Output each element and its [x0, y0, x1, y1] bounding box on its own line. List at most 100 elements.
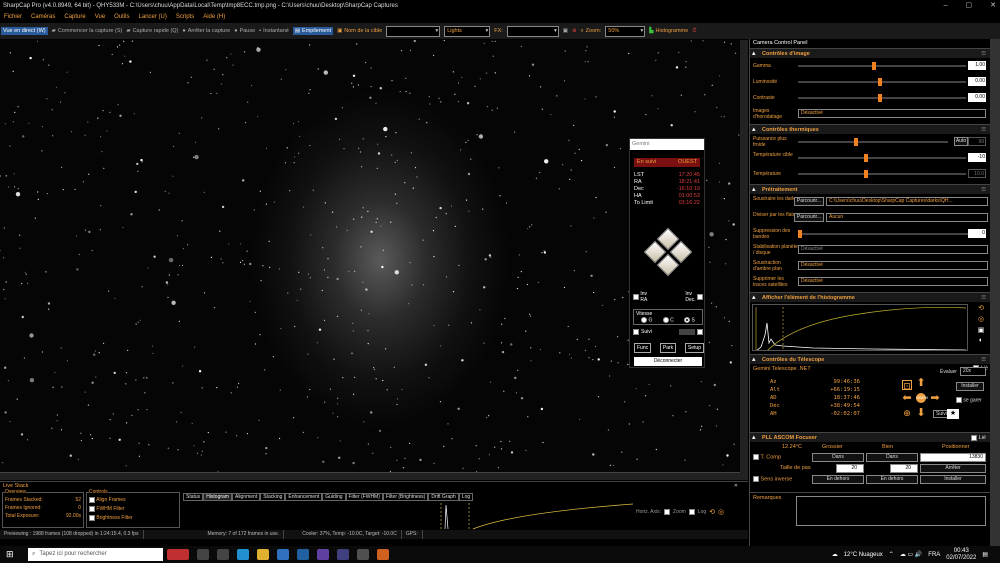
tab-guiding[interactable]: Guiding — [322, 493, 346, 501]
banding-slider[interactable] — [798, 230, 968, 238]
timestamp-select[interactable]: Désactivé — [798, 109, 986, 118]
live-histogram-plot[interactable] — [183, 501, 633, 530]
weather-text[interactable]: 12°C Nuageux — [844, 552, 883, 558]
tcomp-checkbox[interactable] — [753, 454, 759, 460]
preset-select[interactable]: Lights — [444, 25, 491, 37]
rate-select[interactable]: 20x — [960, 367, 986, 376]
gamma-slider-knob[interactable] — [872, 62, 876, 70]
histo-contrast-icon[interactable]: ◐ — [979, 337, 983, 344]
target-icon[interactable]: ⊕ — [902, 408, 912, 418]
histogram-plot[interactable] — [752, 304, 968, 351]
banding-knob[interactable] — [798, 230, 802, 238]
speed-g-radio[interactable] — [641, 317, 648, 323]
zoom-checkbox[interactable] — [664, 509, 671, 515]
sync-icon[interactable]: ⊡ — [902, 380, 912, 391]
flat-browse-button[interactable]: Parcourir... — [794, 213, 824, 222]
gamma-slider[interactable] — [798, 62, 966, 70]
tab-filter-brightness[interactable]: Filter (Brightness) — [382, 493, 429, 501]
fx-select[interactable] — [506, 25, 559, 37]
live-histo-reset-icon[interactable]: ⟲ — [709, 508, 715, 516]
tab-log[interactable]: Log — [458, 493, 474, 501]
nsew-button[interactable]: NSEW — [916, 393, 928, 403]
reverse-checkbox[interactable] — [753, 476, 759, 482]
tab-stacking[interactable]: Stacking — [260, 493, 286, 501]
park-button[interactable]: Park — [659, 343, 677, 353]
speed-s-radio[interactable] — [684, 317, 691, 323]
sharpcap-icon[interactable] — [377, 549, 389, 560]
suivi-checkbox[interactable] — [633, 329, 639, 335]
flat-path-field[interactable]: Aucun — [826, 213, 988, 222]
align-frames-checkbox[interactable] — [89, 496, 95, 503]
minimize-icon[interactable]: – — [944, 0, 948, 12]
focuser-header[interactable]: PLL ASCOM Focuser Lié — [750, 432, 990, 443]
disconnect-button[interactable]: Déconnecter — [634, 357, 702, 366]
arrow-north-button[interactable]: ⬆ — [916, 378, 926, 389]
arrow-east-button[interactable]: ➡ — [930, 393, 940, 404]
taskbar-search[interactable]: ⌕ Tapez ici pour rechercher — [28, 548, 163, 561]
cooler-power-slider[interactable] — [798, 138, 948, 146]
widgets-icon[interactable] — [217, 549, 229, 560]
amber-select[interactable]: Désactivé — [798, 261, 988, 270]
store-icon[interactable] — [277, 549, 289, 560]
park-checkbox[interactable] — [956, 397, 962, 403]
star-icon[interactable]: ★ — [947, 409, 959, 419]
image-controls-header[interactable]: Contrôles d'image☰ — [750, 48, 990, 59]
fine-step-field[interactable]: 20 — [890, 464, 918, 473]
timer-icon[interactable]: ⏱ — [692, 28, 696, 35]
task-view-icon[interactable] — [197, 549, 209, 560]
histo-auto-icon[interactable]: ◎ — [978, 315, 984, 323]
settings-app-icon[interactable] — [357, 549, 369, 560]
tab-status[interactable]: Status — [183, 493, 204, 501]
telescope-install-button[interactable]: Installer — [956, 382, 984, 391]
maximize-icon[interactable]: ▢ — [966, 0, 973, 12]
histogram-header[interactable]: Afficher l'élément de l'histogramme☰ — [750, 292, 990, 303]
menu-fichier[interactable]: Fichier — [4, 12, 22, 23]
cooler-power-knob[interactable] — [854, 138, 858, 146]
histo-save-icon[interactable]: ▣ — [978, 326, 985, 334]
dark-browse-button[interactable]: Parcourir... — [794, 197, 824, 206]
menu-scripts[interactable]: Scripts — [176, 12, 194, 23]
func-button[interactable]: Func — [634, 343, 652, 353]
live-stack-close-icon[interactable]: ✕ — [734, 483, 738, 489]
stop-capture-button[interactable]: ● Arrêter la capture — [182, 28, 230, 34]
inv-ra-checkbox[interactable] — [633, 294, 639, 300]
brightness-filter-checkbox[interactable] — [89, 514, 95, 521]
track-toggle[interactable] — [697, 329, 703, 335]
zoom-select[interactable]: 50% — [605, 25, 646, 37]
focuser-stop-button[interactable]: Arrêter — [920, 464, 986, 473]
menu-capture[interactable]: Capture — [64, 12, 85, 23]
panel-scrollbar[interactable] — [990, 39, 1000, 546]
focuser-linked-checkbox[interactable] — [971, 434, 978, 441]
histo-reset-icon[interactable]: ⟲ — [978, 304, 984, 312]
target-temp-slider[interactable] — [798, 154, 966, 162]
coarse-in-button[interactable]: Dans — [812, 453, 864, 462]
brightness-slider-knob[interactable] — [878, 78, 882, 86]
coarse-step-field[interactable]: 20 — [836, 464, 864, 473]
satellite-select[interactable]: Désactivé — [798, 277, 988, 286]
histogram-button[interactable]: ▙ Histogramme — [649, 28, 688, 34]
start-capture-button[interactable]: ▰ Commencer la capture (S) — [52, 28, 123, 34]
mail-icon[interactable] — [297, 549, 309, 560]
arrow-south-button[interactable]: ⬇ — [916, 408, 926, 419]
stacking-button[interactable]: ▤ Empilement — [292, 27, 334, 35]
menu-cameras[interactable]: Caméras — [31, 12, 55, 23]
live-view-button[interactable]: Vue en direct (W) — [1, 27, 48, 35]
menu-outils[interactable]: Outils — [114, 12, 129, 23]
close-icon[interactable]: ✕ — [990, 0, 996, 12]
explorer-icon[interactable] — [257, 549, 269, 560]
tab-alignment[interactable]: Alignment — [231, 493, 261, 501]
tray-icons[interactable]: ☁ ▭ 🔊 — [900, 551, 922, 558]
fine-in-button[interactable]: Dans — [866, 453, 918, 462]
position-field[interactable]: 13830 — [920, 453, 986, 462]
auto-button[interactable]: Auto — [954, 137, 968, 146]
brightness-slider[interactable] — [798, 78, 966, 86]
setup-button[interactable]: Setup — [684, 343, 704, 353]
crosshair-icon[interactable]: ⊕ — [572, 28, 577, 34]
tab-filter-fwhm[interactable]: Filter (FWHM) — [345, 493, 383, 501]
arrow-west-button[interactable]: ⬅ — [902, 393, 912, 404]
banding-value[interactable]: 0 — [968, 229, 986, 238]
dark-path-field[interactable]: C:\Users\chuu\Desktop\SharpCap Captures\… — [826, 197, 988, 206]
tab-drift-graph[interactable]: Drift Graph — [428, 493, 459, 501]
remarks-textarea[interactable] — [796, 496, 986, 526]
gamma-value[interactable]: 1.00 — [968, 61, 986, 70]
